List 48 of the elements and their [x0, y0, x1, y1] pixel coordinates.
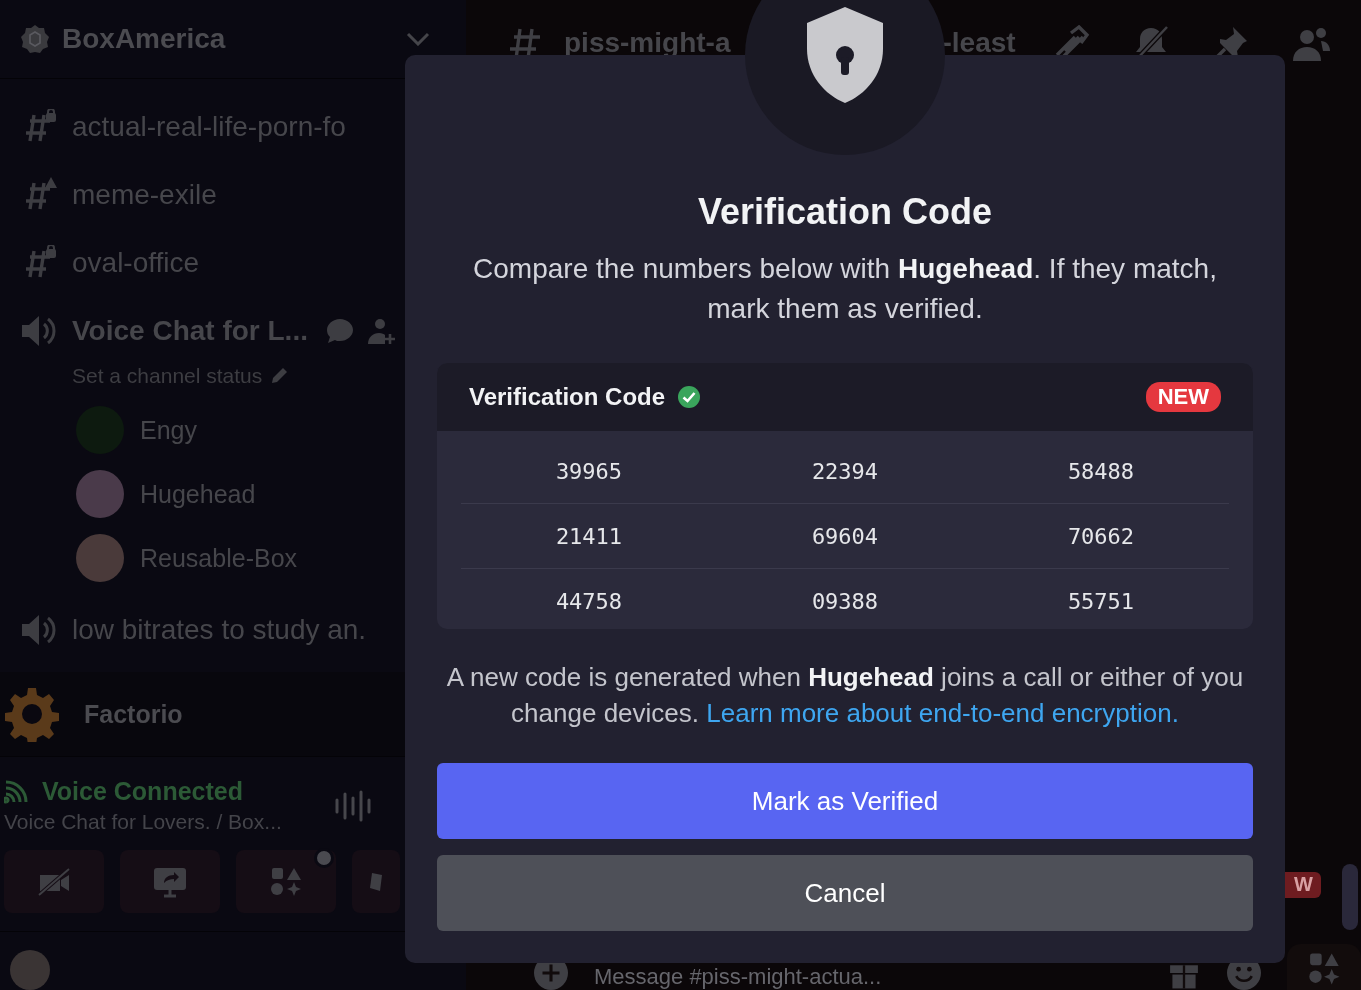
code-number: 22394 [810, 458, 880, 484]
code-number: 69604 [810, 523, 880, 549]
code-number: 39965 [554, 458, 624, 484]
soundboard-button[interactable] [352, 850, 400, 913]
voice-channel-path[interactable]: Voice Chat for Lovers. / Box... [4, 810, 334, 834]
voice-member[interactable]: Hugehead [76, 470, 466, 519]
waveform-icon[interactable] [334, 789, 374, 822]
user-avatar-icon[interactable] [10, 950, 50, 990]
channel-item[interactable]: oval-office [20, 229, 466, 298]
avatar-icon [76, 534, 124, 583]
channel-item[interactable]: meme-exile [20, 161, 466, 230]
channel-title: -least [942, 26, 1016, 59]
code-number: 70662 [1066, 523, 1136, 549]
camera-off-icon [36, 865, 72, 898]
code-number: 09388 [810, 588, 880, 614]
chat-bubble-icon[interactable] [325, 317, 355, 346]
dialog-title: Verification Code [697, 191, 993, 233]
screen-share-icon [152, 865, 188, 898]
channel-item[interactable]: actual-real-life-porn-fo [20, 93, 466, 162]
scrollbar-thumb[interactable] [1342, 864, 1358, 930]
avatar-icon [76, 470, 124, 519]
camera-off-button[interactable] [4, 850, 104, 913]
shapes-icon [268, 865, 304, 898]
new-badge: NEW [1145, 382, 1221, 412]
code-number: 55751 [1066, 588, 1136, 614]
card-title: Verification Code [469, 383, 666, 411]
message-input[interactable]: Message #piss-might-actua... [594, 964, 1141, 990]
voice-member[interactable]: Reusable-Box [76, 534, 466, 583]
channel-title: piss-might-a [564, 26, 731, 59]
code-number: 21411 [554, 523, 624, 549]
voice-channel-item[interactable]: Voice Chat for L... [20, 297, 466, 366]
notification-dot-icon [314, 848, 334, 868]
code-number: 44758 [554, 588, 624, 614]
encryption-link[interactable]: Learn more about end-to-end encryption. [706, 698, 1179, 728]
voice-member[interactable]: Engy [76, 406, 466, 455]
cancel-button[interactable]: Cancel [437, 855, 1253, 931]
apps-icon[interactable] [1307, 952, 1341, 986]
voice-status: Voice Connected [42, 777, 243, 806]
add-user-icon[interactable] [366, 316, 396, 347]
mark-verified-button[interactable]: Mark as Verified [437, 763, 1253, 839]
server-name: BoxAmerica [62, 23, 227, 56]
screen-share-button[interactable] [120, 850, 220, 913]
chevron-down-icon[interactable] [406, 32, 430, 47]
activities-button[interactable] [236, 850, 336, 913]
server-badge-icon [20, 24, 50, 55]
dialog-description: Compare the numbers below with Hugehead. If they match, mark them as verified. [472, 252, 1218, 326]
gear-icon [4, 686, 60, 743]
code-number: 58488 [1066, 458, 1136, 484]
